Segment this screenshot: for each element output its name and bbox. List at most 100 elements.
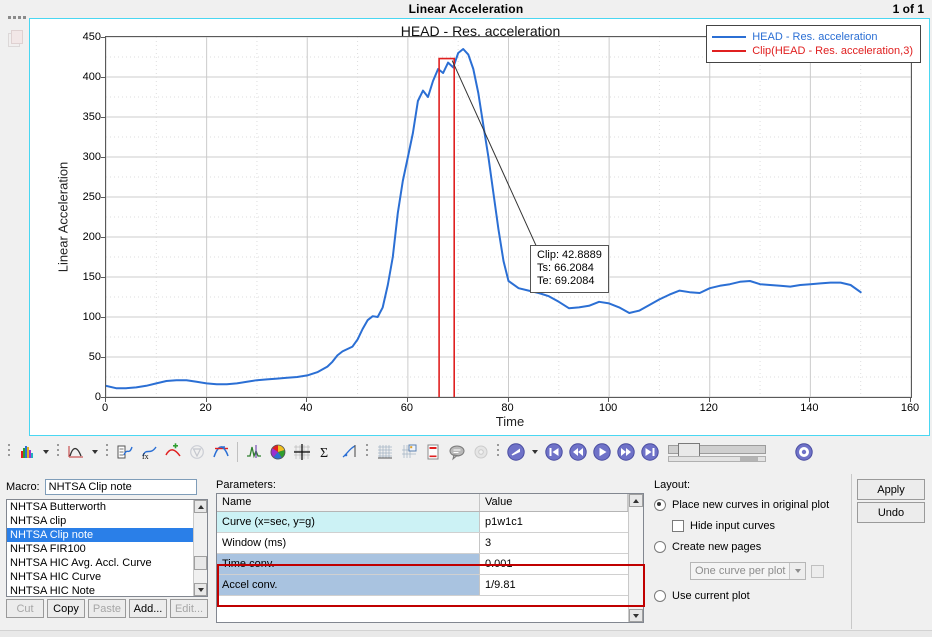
macro-scroll-down-button[interactable] xyxy=(194,583,207,596)
parameter-name-cell[interactable]: Time conv. xyxy=(217,554,480,574)
list-item[interactable]: NHTSA FIR100 xyxy=(7,542,193,556)
play-icon[interactable] xyxy=(590,440,614,464)
options-gear-icon[interactable] xyxy=(792,440,816,464)
color-wheel-icon[interactable] xyxy=(266,440,290,464)
comment-icon[interactable] xyxy=(445,440,469,464)
plot-legend[interactable]: HEAD - Res. acceleration Clip(HEAD - Res… xyxy=(706,25,921,63)
copy-button[interactable]: Copy xyxy=(47,599,85,618)
toolbar-grip-1[interactable] xyxy=(7,442,12,462)
play-dropdown-caret[interactable] xyxy=(532,450,538,454)
list-item[interactable]: NHTSA HIC Note xyxy=(7,584,193,596)
table-row[interactable]: Accel conv. 1/9.81 xyxy=(217,575,643,596)
grid-icon[interactable] xyxy=(373,440,397,464)
function-icon[interactable]: fx xyxy=(137,440,161,464)
play-menu-icon[interactable] xyxy=(504,440,528,464)
filter-icon[interactable] xyxy=(185,440,209,464)
macro-label: Macro: xyxy=(6,481,40,493)
x-tick-label: 80 xyxy=(501,402,514,414)
radio-use-current-plot[interactable] xyxy=(654,590,666,602)
axes-icon[interactable] xyxy=(290,440,314,464)
main-toolbar: fx Σ xyxy=(0,437,932,467)
y-axis-label: Linear Acceleration xyxy=(55,161,71,273)
macro-name-input[interactable] xyxy=(44,479,197,495)
page-mode-extra-checkbox[interactable] xyxy=(811,564,824,578)
animation-slider[interactable] xyxy=(668,443,766,462)
y-tick-mark xyxy=(101,117,105,118)
svg-text:fx: fx xyxy=(142,452,149,461)
list-item[interactable]: NHTSA clip xyxy=(7,514,193,528)
layout-option-new-pages[interactable]: Create new pages xyxy=(654,541,844,553)
grid-label-icon[interactable] xyxy=(397,440,421,464)
y-tick-label: 450 xyxy=(82,31,101,43)
parameters-scroll-up-button[interactable] xyxy=(629,494,643,507)
checkbox-hide-input-curves[interactable] xyxy=(672,520,684,532)
sigma-icon[interactable]: Σ xyxy=(314,440,338,464)
layout-option-original-plot[interactable]: Place new curves in original plot xyxy=(654,499,844,511)
clip-curve-icon[interactable] xyxy=(209,440,233,464)
list-item[interactable]: NHTSA Butterworth xyxy=(7,500,193,514)
line-plot-icon[interactable] xyxy=(64,440,88,464)
add-button[interactable]: Add... xyxy=(129,599,167,618)
macro-scroll-thumb[interactable] xyxy=(194,556,207,570)
table-row[interactable]: Window (ms) 3 xyxy=(217,533,643,554)
parameter-name-cell[interactable]: Accel conv. xyxy=(217,575,480,595)
parameters-table[interactable]: Name Value Curve (x=sec, y=g) p1w1c1 Windo… xyxy=(216,493,645,623)
x-tick-mark xyxy=(507,398,509,402)
toolbar-grip-5[interactable] xyxy=(496,442,501,462)
panel-drag-handle[interactable] xyxy=(8,14,26,22)
hide-input-curves-row[interactable]: Hide input curves xyxy=(672,520,844,532)
legend-label-clip: Clip(HEAD - Res. acceleration,3) xyxy=(752,45,913,57)
smooth-curve-icon[interactable] xyxy=(161,440,185,464)
apply-button[interactable]: Apply xyxy=(857,479,925,500)
parameters-label: Parameters: xyxy=(216,479,276,491)
undo-button[interactable]: Undo xyxy=(857,502,925,523)
parameters-scrollbar[interactable] xyxy=(628,494,643,622)
plot-window[interactable]: HEAD - Res. acceleration Linear Accelera… xyxy=(29,18,930,436)
settings-gear-icon[interactable] xyxy=(469,440,493,464)
list-item[interactable]: NHTSA Clip note xyxy=(7,528,193,542)
parameter-name-cell[interactable]: Window (ms) xyxy=(217,533,480,553)
compute-icon[interactable] xyxy=(113,440,137,464)
parameter-value-cell[interactable]: 1/9.81 xyxy=(480,575,628,595)
macro-listbox[interactable]: NHTSA Butterworth NHTSA clip NHTSA Clip no… xyxy=(6,499,208,597)
x-tick-label: 140 xyxy=(800,402,819,414)
parameter-value-cell[interactable]: 3 xyxy=(480,533,628,553)
table-row[interactable]: Time conv. 0.001 xyxy=(217,554,643,575)
toolbar-grip-2[interactable] xyxy=(56,442,61,462)
y-tick-mark xyxy=(101,357,105,358)
macro-scroll-up-button[interactable] xyxy=(194,500,207,513)
clip-annotation-box[interactable]: Clip: 42.8889 Ts: 66.2084 Te: 69.2084 xyxy=(530,245,609,293)
parameter-value-cell[interactable]: p1w1c1 xyxy=(480,512,628,532)
y-tick-label: 300 xyxy=(82,151,101,163)
radio-create-new-pages[interactable] xyxy=(654,541,666,553)
list-item[interactable]: NHTSA HIC Curve xyxy=(7,570,193,584)
parameter-name-cell[interactable]: Curve (x=sec, y=g) xyxy=(217,512,480,532)
rewind-icon[interactable] xyxy=(566,440,590,464)
skip-start-icon[interactable] xyxy=(542,440,566,464)
layout-option-current-plot[interactable]: Use current plot xyxy=(654,590,844,602)
skip-end-icon[interactable] xyxy=(638,440,662,464)
line-plot-dropdown-caret[interactable] xyxy=(92,450,98,454)
histogram-icon[interactable] xyxy=(15,440,39,464)
derivative-icon[interactable] xyxy=(338,440,362,464)
chevron-down-icon[interactable] xyxy=(789,563,805,579)
parameter-value-cell[interactable]: 0.001 xyxy=(480,554,628,574)
page-stack-icon[interactable] xyxy=(8,30,24,47)
radio-original-plot[interactable] xyxy=(654,499,666,511)
edit-button: Edit... xyxy=(170,599,208,618)
table-row[interactable]: Curve (x=sec, y=g) p1w1c1 xyxy=(217,512,643,533)
legend-entry-clip: Clip(HEAD - Res. acceleration,3) xyxy=(712,44,913,58)
histogram-dropdown-caret[interactable] xyxy=(43,450,49,454)
parameters-panel: Parameters: Name Value Curve (x=sec, y=g… xyxy=(216,479,645,631)
toolbar-grip-3[interactable] xyxy=(105,442,110,462)
legend-swatch-red xyxy=(712,50,747,52)
peak-icon[interactable] xyxy=(242,440,266,464)
parameters-scroll-down-button[interactable] xyxy=(629,609,643,622)
report-icon[interactable] xyxy=(421,440,445,464)
page-mode-select[interactable]: One curve per plot xyxy=(690,562,806,580)
fast-forward-icon[interactable] xyxy=(614,440,638,464)
list-item[interactable]: NHTSA HIC Avg. Accl. Curve xyxy=(7,556,193,570)
macro-list-scrollbar[interactable] xyxy=(193,500,207,596)
x-tick-mark xyxy=(105,398,106,402)
toolbar-grip-4[interactable] xyxy=(365,442,370,462)
